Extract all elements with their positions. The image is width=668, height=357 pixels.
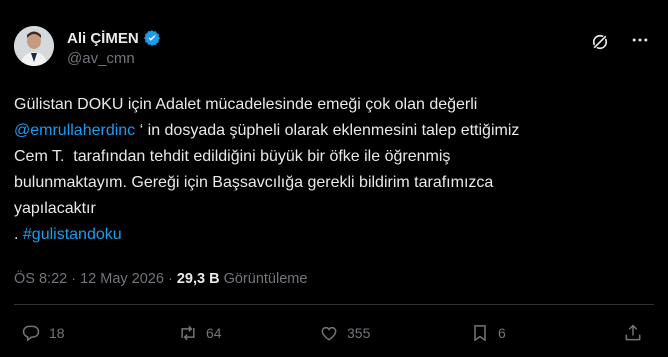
view-count: 29,3 B	[176, 271, 220, 287]
tweet-text: Gülistan DOKU için Adalet mücadelesinde …	[14, 92, 654, 248]
repost-count: 64	[206, 325, 222, 341]
repost-button[interactable]: 64	[178, 323, 222, 343]
view-count-label: Görüntüleme	[219, 271, 308, 287]
share-button[interactable]	[623, 323, 651, 343]
tweet-text-line: Cem T. tarafından tehdit edildiğini büyü…	[14, 148, 451, 165]
hashtag-link[interactable]: #gulistandoku	[23, 226, 122, 243]
reply-icon	[22, 325, 40, 342]
bookmark-count: 6	[498, 325, 506, 341]
author-name-row: Ali ÇİMEN	[67, 29, 161, 47]
more-options-icon[interactable]	[630, 30, 650, 50]
reply-count: 18	[49, 325, 65, 341]
repost-icon	[181, 325, 195, 341]
author-name[interactable]: Ali ÇİMEN	[67, 30, 139, 47]
meta-separator: ·	[67, 271, 81, 287]
bookmark-icon	[474, 325, 486, 342]
divider	[14, 304, 654, 305]
tweet-meta: ÖS 8:22 · 12 May 2026 · 29,3 B Görüntüle…	[14, 271, 307, 287]
tweet: Ali ÇİMEN @av_cmn Gülistan DOKU için Ada…	[0, 0, 668, 357]
meta-separator: ·	[163, 271, 177, 287]
tweet-text-line: @emrullaherdinc ‘ in dosyada şüpheli ola…	[14, 118, 654, 144]
heart-icon	[321, 326, 337, 341]
like-button[interactable]: 355	[319, 323, 370, 343]
reply-button[interactable]: 18	[21, 323, 65, 343]
verified-badge-icon	[143, 30, 160, 46]
bookmark-button[interactable]: 6	[470, 323, 506, 343]
share-icon	[625, 324, 641, 341]
tweet-text-line: . #gulistandoku	[14, 222, 654, 248]
tweet-text-line: yapılacaktır	[14, 200, 96, 217]
action-bar: 18 64 355 6	[14, 320, 654, 350]
grok-icon[interactable]	[590, 32, 610, 52]
like-count: 355	[347, 325, 371, 341]
tweet-time[interactable]: ÖS 8:22	[14, 271, 67, 287]
tweet-text-segment: .	[14, 226, 23, 243]
tweet-text-line: Gülistan DOKU için Adalet mücadelesinde …	[14, 96, 478, 113]
tweet-text-segment: ‘ in dosyada şüpheli olarak eklenmesini …	[135, 122, 520, 139]
author-handle[interactable]: @av_cmn	[67, 50, 135, 67]
mention-link[interactable]: @emrullaherdinc	[14, 122, 135, 139]
tweet-header: Ali ÇİMEN @av_cmn	[14, 26, 650, 72]
tweet-date[interactable]: 12 May 2026	[80, 271, 164, 287]
tweet-text-line: bulunmaktayım. Gereği için Başsavcılığa …	[14, 174, 494, 191]
avatar[interactable]	[14, 26, 54, 66]
